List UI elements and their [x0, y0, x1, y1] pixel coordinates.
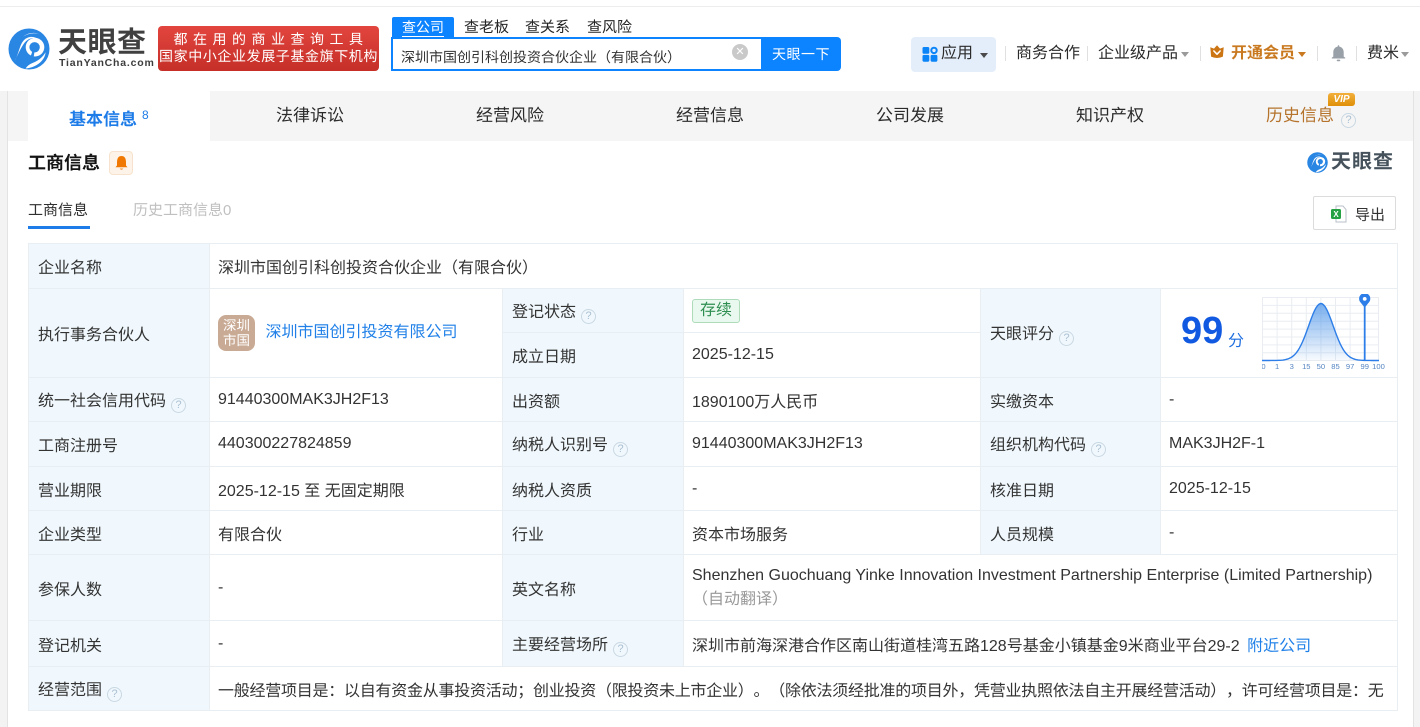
svg-text:100: 100: [1372, 362, 1385, 371]
svg-text:85: 85: [1331, 362, 1339, 371]
svg-text:99: 99: [1360, 362, 1368, 371]
svg-text:0: 0: [1262, 362, 1266, 371]
svg-text:97: 97: [1346, 362, 1354, 371]
svg-text:X: X: [1333, 210, 1339, 219]
svg-text:50: 50: [1317, 362, 1325, 371]
svg-text:15: 15: [1302, 362, 1310, 371]
svg-text:3: 3: [1290, 362, 1294, 371]
svg-text:1: 1: [1275, 362, 1279, 371]
